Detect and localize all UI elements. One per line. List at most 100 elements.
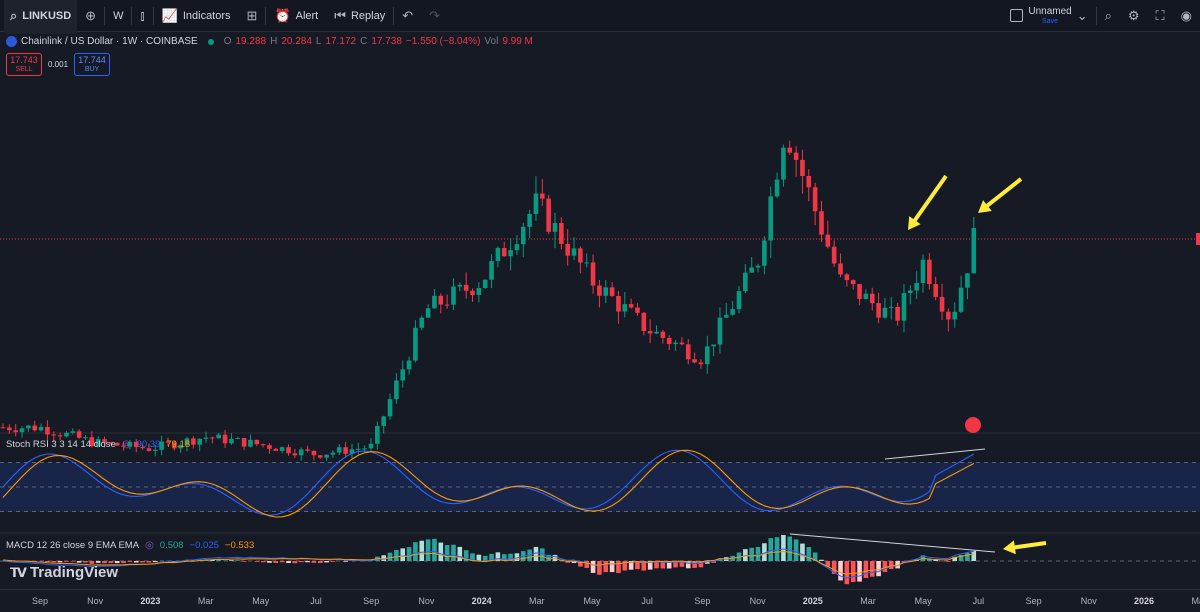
- candle-body: [864, 294, 869, 299]
- time-axis-label: Mar: [1191, 596, 1200, 606]
- macd-histogram-bar: [343, 561, 348, 562]
- candle-body: [743, 273, 748, 292]
- candle-body: [242, 438, 247, 447]
- compare-button[interactable]: ⊕: [77, 0, 104, 31]
- stoch-k-value: 90.39: [137, 439, 161, 450]
- toolbar-right: Unnamed Save ⌄ ⌕ ⚙ ⛶ ◉: [1002, 0, 1200, 31]
- fullscreen-icon: ⛶: [1156, 9, 1165, 22]
- templates-button[interactable]: ⊞: [239, 0, 266, 31]
- macd-histogram-bar: [971, 551, 976, 561]
- macd-histogram-bar: [58, 561, 63, 562]
- candle-body: [603, 287, 608, 295]
- candle-body: [711, 344, 716, 346]
- undo-button[interactable]: ↶: [394, 0, 421, 31]
- candle-body: [280, 447, 285, 451]
- macd-histogram-bar: [102, 561, 107, 563]
- candle-body: [496, 248, 501, 261]
- candle-body: [419, 318, 424, 328]
- candle-body: [673, 343, 678, 344]
- tradingview-logo[interactable]: 𝗧𝗩 TradingView: [10, 564, 118, 581]
- macd-histogram-bar: [883, 561, 888, 572]
- indicators-button[interactable]: 📈 Indicators: [154, 0, 239, 31]
- interval-button[interactable]: W: [105, 0, 131, 31]
- low-label: L: [316, 36, 322, 47]
- candle-body: [534, 194, 539, 214]
- candle-body: [921, 260, 926, 283]
- candle-body: [267, 445, 272, 449]
- quick-search-button[interactable]: ⌕: [1097, 0, 1120, 31]
- symbol-search[interactable]: ⌕ LINKUSD: [4, 0, 77, 34]
- candle-body: [64, 433, 69, 436]
- settings-button[interactable]: ⚙: [1120, 0, 1148, 31]
- interval-label: W: [113, 10, 123, 22]
- candle-body: [616, 296, 621, 312]
- candle-body: [70, 431, 75, 433]
- macd-histogram-bar: [438, 543, 443, 561]
- macd-histogram-bar: [121, 561, 126, 563]
- candle-body: [965, 273, 970, 287]
- legend-title: Chainlink / US Dollar · 1W · COINBASE: [21, 36, 198, 47]
- candle-body: [261, 444, 266, 445]
- alert-button[interactable]: ⏰ Alert: [266, 0, 326, 31]
- symbol-label: LINKUSD: [22, 10, 71, 22]
- chart-type-button[interactable]: ⫾: [132, 0, 152, 31]
- candle-body: [775, 180, 780, 197]
- candle-body: [400, 369, 405, 380]
- macd-histogram-bar: [83, 561, 88, 563]
- macd-histogram-bar: [768, 538, 773, 561]
- volume-value: 9.99 M: [502, 36, 533, 47]
- candle-body: [312, 451, 317, 455]
- macd-histogram-bar: [134, 561, 139, 562]
- candle-body: [407, 360, 412, 369]
- macd-histogram-bar: [610, 561, 615, 572]
- candle-body: [787, 148, 792, 153]
- time-axis-label: 2025: [803, 596, 823, 606]
- candle-body: [483, 280, 488, 288]
- time-axis-label: Jul: [641, 596, 653, 606]
- candle-body: [20, 428, 25, 432]
- layout-select[interactable]: Unnamed Save ⌄: [1002, 0, 1095, 31]
- buy-price: 17.744: [78, 56, 106, 65]
- grid-icon: ⊞: [247, 9, 258, 22]
- candle-body: [724, 315, 729, 318]
- candle-body: [946, 312, 951, 320]
- candle-body: [286, 447, 291, 453]
- time-axis-label: May: [915, 596, 932, 606]
- visibility-icon: ◎: [145, 541, 154, 551]
- annotation-arrow: [914, 176, 946, 222]
- time-axis-label: 2024: [472, 596, 492, 606]
- snapshot-button[interactable]: ◉: [1173, 0, 1200, 31]
- redo-button[interactable]: ↷: [421, 0, 448, 31]
- candle-body: [591, 262, 596, 285]
- macd-histogram-bar: [109, 561, 114, 563]
- replay-button[interactable]: ⏮ Replay: [326, 0, 393, 31]
- stoch-rsi-label: Stoch RSI 3 3 14 14 close: [6, 439, 116, 450]
- candle-body: [648, 331, 653, 333]
- time-axis-label: Mar: [860, 596, 876, 606]
- macd-histogram-bar: [965, 553, 970, 561]
- fullscreen-button[interactable]: ⛶: [1148, 0, 1173, 31]
- annotation-arrow: [986, 179, 1021, 207]
- candle-body: [629, 304, 634, 307]
- last-price-marker: [1196, 233, 1200, 245]
- candle-body: [527, 214, 532, 227]
- candle-body: [197, 439, 202, 445]
- macd-histogram-bar: [787, 536, 792, 561]
- alarm-clock-icon: ⏰: [274, 9, 290, 22]
- buy-button[interactable]: 17.744 BUY: [74, 53, 110, 76]
- candle-body: [489, 261, 494, 280]
- candle-body: [7, 427, 12, 430]
- trade-buttons: 17.743 SELL 0.001 17.744 BUY: [6, 53, 110, 76]
- macd-histogram-bar: [64, 561, 69, 562]
- sell-button[interactable]: 17.743 SELL: [6, 53, 42, 76]
- macd-histogram-bar: [603, 561, 608, 572]
- candle-body: [13, 430, 18, 432]
- candle-body: [51, 434, 56, 435]
- candle-body: [851, 280, 856, 284]
- macd-histogram-bar: [128, 561, 133, 562]
- chart-canvas[interactable]: [0, 0, 1200, 611]
- macd-histogram-bar: [819, 560, 824, 561]
- time-axis[interactable]: SepNov2023MarMayJulSepNov2024MarMayJulSe…: [0, 589, 1200, 612]
- candle-body: [584, 262, 589, 263]
- time-axis-label: Mar: [198, 596, 214, 606]
